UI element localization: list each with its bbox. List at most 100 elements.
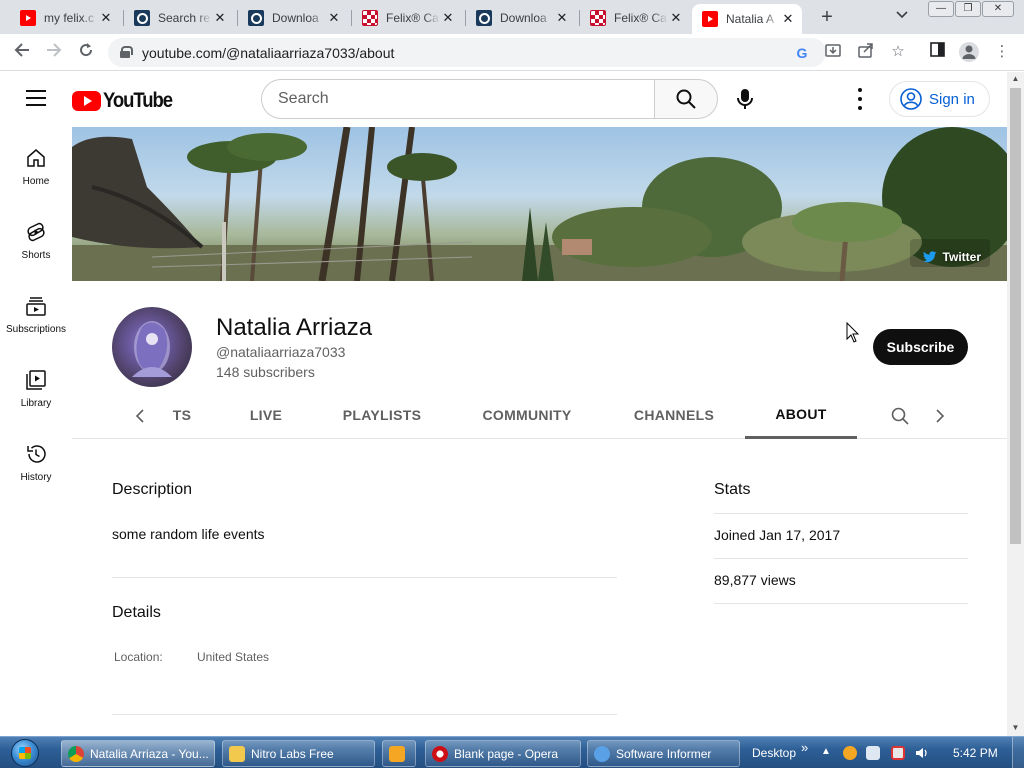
- taskbar-item-media-player[interactable]: [382, 740, 416, 767]
- sign-in-button[interactable]: Sign in: [889, 81, 990, 117]
- windows-logo-icon: [11, 739, 39, 767]
- youtube-icon: [702, 11, 718, 27]
- mouse-cursor-icon: [846, 322, 860, 343]
- browser-tab[interactable]: Search re ✕: [124, 4, 234, 32]
- browser-tab[interactable]: Felix® Ca ✕: [352, 4, 462, 32]
- sidebar-item-home[interactable]: Home: [0, 127, 72, 187]
- close-icon[interactable]: ✕: [780, 11, 796, 27]
- install-app-icon[interactable]: [823, 42, 843, 62]
- forward-icon[interactable]: [42, 40, 66, 64]
- close-window-icon[interactable]: ✕: [982, 1, 1014, 17]
- profile-icon[interactable]: [959, 42, 979, 62]
- sidebar-item-label: Home: [22, 176, 50, 187]
- settings-menu-icon[interactable]: [852, 88, 868, 110]
- close-icon[interactable]: ✕: [326, 10, 342, 26]
- address-bar[interactable]: youtube.com/@nataliaarriaza7033/about G: [108, 38, 826, 67]
- youtube-logo[interactable]: YouTube: [72, 89, 181, 113]
- minimize-window-icon[interactable]: —: [928, 1, 954, 17]
- tab-search-icon[interactable]: [896, 8, 908, 22]
- scroll-down-icon[interactable]: ▼: [1010, 723, 1021, 735]
- scrollbar-thumb[interactable]: [1010, 88, 1021, 544]
- subscribe-button[interactable]: Subscribe: [873, 329, 968, 365]
- side-panel-icon[interactable]: [927, 42, 947, 62]
- menu-icon[interactable]: [26, 90, 46, 106]
- sidebar-item-history[interactable]: History: [0, 423, 72, 483]
- bookmark-star-icon[interactable]: ☆: [888, 42, 908, 62]
- search-box: [261, 79, 655, 119]
- search-site-icon: [134, 10, 150, 26]
- sign-in-label: Sign in: [929, 90, 975, 108]
- tabs-scroll-left-button[interactable]: [128, 404, 152, 428]
- tray-app-icon[interactable]: [843, 746, 857, 760]
- tab-posts[interactable]: TS: [167, 392, 197, 438]
- taskbar-item-folder[interactable]: Nitro Labs Free: [222, 740, 375, 767]
- search-input[interactable]: [262, 80, 655, 118]
- toolbar-chevron-icon[interactable]: »: [801, 740, 808, 755]
- taskbar-item-label: Blank page - Opera: [454, 746, 559, 761]
- chrome-icon: [68, 745, 84, 762]
- youtube-icon: [20, 10, 36, 26]
- youtube-masthead: YouTube Sign in: [0, 72, 1007, 127]
- action-center-icon[interactable]: [891, 746, 905, 760]
- taskbar-item-opera[interactable]: Blank page - Opera: [425, 740, 581, 767]
- restore-window-icon[interactable]: ❐: [955, 1, 981, 17]
- chevron-right-icon: [936, 409, 945, 423]
- taskbar-item-chrome[interactable]: Natalia Arriaza - You...: [61, 740, 215, 767]
- tray-expand-icon[interactable]: ▲: [821, 746, 831, 757]
- browser-tab[interactable]: Downloa ✕: [466, 4, 576, 32]
- browser-menu-icon[interactable]: ⋮: [992, 42, 1012, 62]
- share-icon[interactable]: [856, 42, 876, 62]
- divider: [112, 714, 617, 715]
- youtube-play-icon: [72, 91, 101, 111]
- channel-avatar[interactable]: [112, 307, 192, 387]
- sidebar-item-library[interactable]: Library: [0, 349, 72, 409]
- tab-channels[interactable]: CHANNELS: [624, 392, 724, 438]
- youtube-sidebar: Home Shorts Subscriptions Library Histor…: [0, 127, 72, 727]
- twitter-link[interactable]: Twitter: [922, 250, 981, 264]
- library-icon: [26, 370, 46, 390]
- new-tab-button[interactable]: +: [816, 6, 838, 28]
- felix-icon: [590, 10, 606, 26]
- channel-search-button[interactable]: [888, 404, 912, 428]
- tab-playlists[interactable]: PLAYLISTS: [334, 392, 430, 438]
- desktop-toolbar-label[interactable]: Desktop: [752, 746, 796, 760]
- close-icon[interactable]: ✕: [440, 10, 456, 26]
- tab-community[interactable]: COMMUNITY: [470, 392, 584, 438]
- network-icon[interactable]: [866, 746, 880, 760]
- search-icon: [891, 407, 909, 425]
- reload-icon[interactable]: [74, 40, 98, 64]
- scroll-up-icon[interactable]: ▲: [1010, 74, 1021, 86]
- search-button[interactable]: [654, 79, 718, 119]
- sidebar-item-subscriptions[interactable]: Subscriptions: [0, 275, 72, 335]
- close-icon[interactable]: ✕: [98, 10, 114, 26]
- voice-search-button[interactable]: [729, 83, 761, 115]
- divider: [112, 577, 617, 578]
- close-icon[interactable]: ✕: [668, 10, 684, 26]
- browser-tab[interactable]: my felix.c ✕: [10, 4, 120, 32]
- start-button[interactable]: [4, 737, 46, 769]
- back-icon[interactable]: [10, 40, 34, 64]
- search-site-icon: [248, 10, 264, 26]
- browser-tab[interactable]: Downloa ✕: [238, 4, 348, 32]
- taskbar-item-software-informer[interactable]: Software Informer: [587, 740, 740, 767]
- tabs-scroll-right-button[interactable]: [928, 404, 952, 428]
- tab-about[interactable]: ABOUT: [745, 392, 857, 439]
- show-desktop-button[interactable]: [1012, 737, 1024, 769]
- volume-icon[interactable]: [915, 746, 929, 760]
- tab-title: Downloa: [500, 11, 547, 25]
- channel-name: Natalia Arriaza: [216, 314, 373, 341]
- sidebar-item-shorts[interactable]: Shorts: [0, 201, 72, 261]
- home-icon: [27, 149, 45, 167]
- close-icon[interactable]: ✕: [554, 10, 570, 26]
- subscriptions-icon: [26, 297, 46, 316]
- browser-tab[interactable]: Felix® Ca ✕: [580, 4, 690, 32]
- taskbar-clock[interactable]: 5:42 PM: [953, 746, 998, 760]
- browser-tab-active[interactable]: Natalia A ✕: [692, 4, 802, 34]
- url-text[interactable]: youtube.com/@nataliaarriaza7033/about: [142, 45, 394, 61]
- tab-live[interactable]: LIVE: [236, 392, 296, 438]
- channel-banner: Twitter: [72, 127, 1007, 281]
- banner-image: [72, 127, 1007, 281]
- close-icon[interactable]: ✕: [212, 10, 228, 26]
- youtube-wordmark: YouTube: [103, 89, 173, 112]
- google-icon[interactable]: G: [793, 44, 811, 62]
